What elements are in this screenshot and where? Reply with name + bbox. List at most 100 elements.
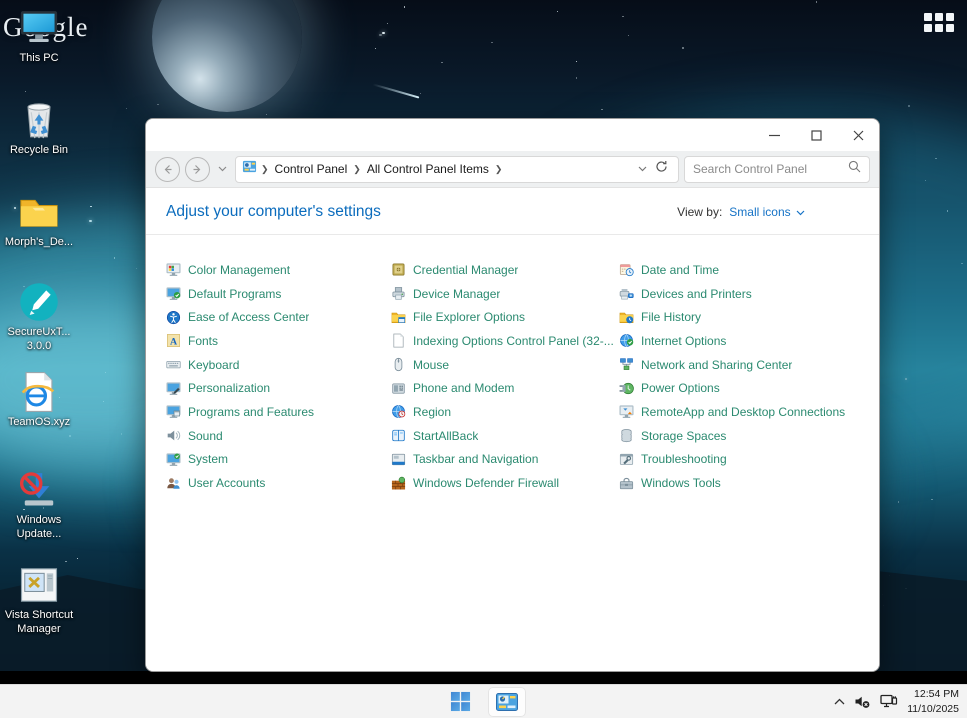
view-by-label: View by: xyxy=(677,205,722,219)
desktop-icon-folder-morphs[interactable]: Morph's_De... xyxy=(0,190,78,250)
cp-item-label: Power Options xyxy=(641,381,720,395)
cp-item-personalization[interactable]: Personalization xyxy=(166,376,391,400)
apps-grid-icon[interactable] xyxy=(924,13,954,32)
control-panel-window: ❯ Control Panel ❯ All Control Panel Item… xyxy=(145,118,880,672)
windows-tools-icon xyxy=(619,476,634,491)
desktop-icon-secureux[interactable]: SecureUxT... 3.0.0 xyxy=(0,280,78,354)
breadcrumb: ❯ Control Panel ❯ All Control Panel Item… xyxy=(235,156,679,183)
minimize-button[interactable] xyxy=(753,120,795,150)
start-button[interactable] xyxy=(442,687,480,717)
cp-item-windows-tools[interactable]: Windows Tools xyxy=(619,471,869,495)
cp-item-user-accounts[interactable]: User Accounts xyxy=(166,471,391,495)
desktop-icon-label: SecureUxT... 3.0.0 xyxy=(8,326,71,354)
recent-locations-chevron[interactable] xyxy=(215,164,230,175)
desktop-icon-recycle-bin[interactable]: Recycle Bin xyxy=(0,98,78,158)
mouse-icon xyxy=(391,357,406,372)
cp-item-label: Taskbar and Navigation xyxy=(413,452,538,466)
storage-spaces-icon xyxy=(619,428,634,443)
startallback-icon xyxy=(391,428,406,443)
network-sharing-icon xyxy=(619,357,634,372)
remoteapp-icon xyxy=(619,404,634,419)
cp-item-color-management[interactable]: Color Management xyxy=(166,258,391,282)
breadcrumb-control-panel[interactable]: Control Panel xyxy=(273,162,350,176)
cp-item-region[interactable]: Region xyxy=(391,400,619,424)
cp-item-fonts[interactable]: A Fonts xyxy=(166,329,391,353)
desktop-icon-this-pc[interactable]: This PC xyxy=(0,6,78,66)
cp-item-label: Color Management xyxy=(188,263,290,277)
cp-item-label: Programs and Features xyxy=(188,405,314,419)
cp-item-label: Mouse xyxy=(413,358,449,372)
navigation-toolbar: ❯ Control Panel ❯ All Control Panel Item… xyxy=(146,151,879,188)
teamos-icon xyxy=(17,370,61,414)
cp-item-label: Personalization xyxy=(188,381,270,395)
cp-item-label: Indexing Options Control Panel (32-... xyxy=(413,334,614,348)
desktop-icon-label: Windows Update... xyxy=(17,514,62,542)
window-titlebar xyxy=(146,119,879,151)
page-title: Adjust your computer's settings xyxy=(166,203,381,221)
programs-features-icon xyxy=(166,404,181,419)
breadcrumb-separator[interactable]: ❯ xyxy=(261,164,269,175)
cp-item-file-explorer-options[interactable]: File Explorer Options xyxy=(391,305,619,329)
internet-options-icon xyxy=(619,333,634,348)
close-button[interactable] xyxy=(837,120,879,150)
back-button[interactable] xyxy=(155,157,180,182)
cp-item-device-manager[interactable]: Device Manager xyxy=(391,282,619,306)
taskbar-nav-icon xyxy=(391,452,406,467)
cp-item-programs-features[interactable]: Programs and Features xyxy=(166,400,391,424)
desktop-icon-windows-update[interactable]: Windows Update... xyxy=(0,468,78,542)
cp-item-internet-options[interactable]: Internet Options xyxy=(619,329,869,353)
cp-item-label: File Explorer Options xyxy=(413,310,525,324)
cp-item-power-options[interactable]: Power Options xyxy=(619,376,869,400)
cp-item-label: User Accounts xyxy=(188,476,265,490)
breadcrumb-all-items[interactable]: All Control Panel Items xyxy=(365,162,491,176)
cp-item-label: Credential Manager xyxy=(413,263,518,277)
desktop-icon-teamos[interactable]: TeamOS.xyz xyxy=(0,370,78,430)
breadcrumb-separator[interactable]: ❯ xyxy=(353,164,361,175)
cp-item-sound[interactable]: Sound xyxy=(166,424,391,448)
cp-item-troubleshooting[interactable]: Troubleshooting xyxy=(619,448,869,472)
cp-item-credential-manager[interactable]: Credential Manager xyxy=(391,258,619,282)
cp-item-date-time[interactable]: Date and Time xyxy=(619,258,869,282)
cp-item-indexing-options[interactable]: Indexing Options Control Panel (32-... xyxy=(391,329,619,353)
breadcrumb-separator[interactable]: ❯ xyxy=(495,164,503,175)
system-icon xyxy=(166,452,181,467)
search-input[interactable] xyxy=(693,162,848,176)
cp-item-startallback[interactable]: StartAllBack xyxy=(391,424,619,448)
cp-item-defender-firewall[interactable]: Windows Defender Firewall xyxy=(391,471,619,495)
forward-button[interactable] xyxy=(185,157,210,182)
cp-item-label: Date and Time xyxy=(641,263,719,277)
cp-item-label: Windows Tools xyxy=(641,476,721,490)
svg-text:A: A xyxy=(170,337,178,348)
cp-item-label: Device Manager xyxy=(413,287,500,301)
refresh-icon[interactable] xyxy=(651,160,672,178)
screen: Google This PCRecycle BinMorph's_De...Se… xyxy=(0,0,967,718)
view-by-dropdown[interactable]: Small icons xyxy=(729,205,805,219)
desktop-icon-label: Morph's_De... xyxy=(5,236,73,250)
cp-item-label: Fonts xyxy=(188,334,218,348)
maximize-button[interactable] xyxy=(795,120,837,150)
bottom-strip xyxy=(0,671,967,684)
cp-item-ease-of-access[interactable]: Ease of Access Center xyxy=(166,305,391,329)
user-accounts-icon xyxy=(166,476,181,491)
cp-item-label: Internet Options xyxy=(641,334,726,348)
cp-item-remoteapp[interactable]: RemoteApp and Desktop Connections xyxy=(619,400,869,424)
cp-item-default-programs[interactable]: Default Programs xyxy=(166,282,391,306)
divider xyxy=(146,234,879,235)
window-content: Adjust your computer's settings View by:… xyxy=(146,188,879,671)
sound-icon xyxy=(166,428,181,443)
cp-item-keyboard[interactable]: Keyboard xyxy=(166,353,391,377)
search-icon[interactable] xyxy=(848,160,861,178)
address-dropdown-chevron[interactable] xyxy=(638,164,647,175)
desktop-icon-vista-shortcut[interactable]: Vista Shortcut Manager xyxy=(0,563,78,637)
vista-shortcut-icon xyxy=(17,563,61,607)
taskbar-control-panel-button[interactable] xyxy=(488,687,526,717)
cp-item-taskbar-nav[interactable]: Taskbar and Navigation xyxy=(391,448,619,472)
cp-item-mouse[interactable]: Mouse xyxy=(391,353,619,377)
file-explorer-options-icon xyxy=(391,310,406,325)
cp-item-storage-spaces[interactable]: Storage Spaces xyxy=(619,424,869,448)
cp-item-file-history[interactable]: File History xyxy=(619,305,869,329)
cp-item-phone-modem[interactable]: Phone and Modem xyxy=(391,376,619,400)
cp-item-system[interactable]: System xyxy=(166,448,391,472)
cp-item-devices-printers[interactable]: Devices and Printers xyxy=(619,282,869,306)
cp-item-network-sharing[interactable]: Network and Sharing Center xyxy=(619,353,869,377)
